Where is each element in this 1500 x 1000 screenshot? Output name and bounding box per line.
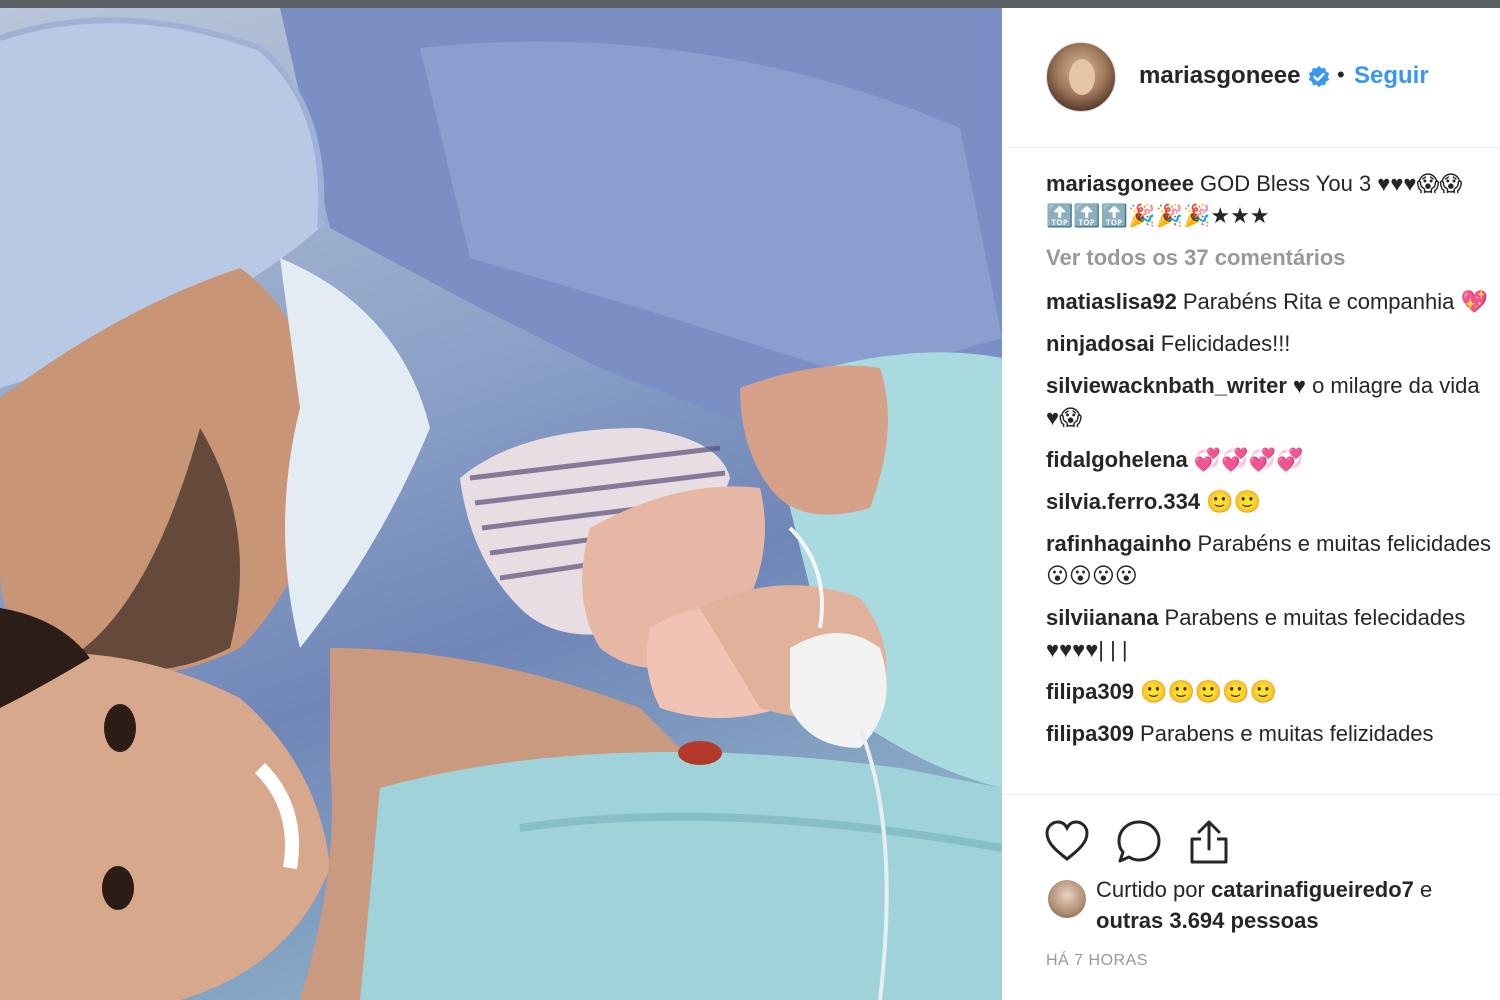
post-header: mariasgoneee • Seguir — [1002, 8, 1500, 148]
comment-item: fidalgohelena 💞💞💞💞 — [1046, 444, 1496, 476]
window-top-bar — [0, 0, 1500, 8]
post-caption: mariasgoneee GOD Bless You 3 ♥♥♥😱😱 🔝🔝🔝🎉🎉🎉… — [1046, 168, 1496, 232]
comment-item: silviianana Parabens e muitas felecidades… — [1046, 602, 1496, 666]
comment-text: Parabens e muitas felizidades — [1140, 721, 1434, 746]
likes-prefix: Curtido por — [1096, 877, 1205, 902]
comment-item: silviewacknbath_writer ♥ o milagre da vid… — [1046, 370, 1496, 434]
comments-list[interactable]: mariasgoneee GOD Bless You 3 ♥♥♥😱😱 🔝🔝🔝🎉🎉🎉… — [1046, 168, 1496, 798]
follow-button[interactable]: Seguir — [1354, 62, 1429, 90]
comment-username[interactable]: silviewacknbath_writer — [1046, 373, 1287, 398]
caption-username[interactable]: mariasgoneee — [1046, 171, 1194, 196]
comment-username[interactable]: rafinhagainho — [1046, 531, 1191, 556]
comment-username[interactable]: silvia.ferro.334 — [1046, 489, 1200, 514]
likes-joiner: e — [1420, 877, 1433, 902]
comment-username[interactable]: silviianana — [1046, 605, 1159, 630]
action-bar — [1002, 794, 1500, 878]
comment-username[interactable]: filipa309 — [1046, 679, 1134, 704]
comment-text: 🙂🙂 — [1206, 489, 1261, 514]
comment-item: silvia.ferro.334 🙂🙂 — [1046, 486, 1496, 518]
likes-count-link[interactable]: outras 3.694 pessoas — [1096, 908, 1319, 933]
post-side-panel: mariasgoneee • Seguir mariasgoneee GOD Bl… — [1002, 8, 1500, 1000]
comment-item: ninjadosai Felicidades!!! — [1046, 328, 1496, 360]
comment-text: 💞💞💞💞 — [1193, 447, 1304, 472]
header-separator: • — [1337, 62, 1345, 87]
author-avatar[interactable] — [1046, 42, 1116, 112]
comment-rows: matiaslisa92 Parabéns Rita e companhia 💖 n… — [1046, 286, 1496, 750]
comment-text: Parabéns Rita e companhia 💖 — [1182, 289, 1488, 314]
comment-username[interactable]: ninjadosai — [1046, 331, 1155, 356]
heart-icon[interactable] — [1044, 819, 1090, 863]
comment-text: 🙂🙂🙂🙂🙂 — [1140, 679, 1278, 704]
likes-text: Curtido por catarinafigueiredo7 e outras… — [1096, 874, 1496, 936]
comment-username[interactable]: filipa309 — [1046, 721, 1134, 746]
author-username[interactable]: mariasgoneee — [1139, 62, 1300, 90]
newborn-family-photo — [0, 8, 1002, 1000]
verified-badge-icon — [1308, 66, 1330, 88]
post-timestamp[interactable]: HÁ 7 HORAS — [1046, 952, 1148, 970]
comment-text: Felicidades!!! — [1160, 331, 1291, 356]
comment-item: matiaslisa92 Parabéns Rita e companhia 💖 — [1046, 286, 1496, 318]
comment-bubble-icon[interactable] — [1116, 819, 1162, 865]
comment-username[interactable]: matiaslisa92 — [1046, 289, 1177, 314]
share-upload-icon[interactable] — [1188, 819, 1230, 865]
post-photo[interactable] — [0, 8, 1002, 1000]
comment-username[interactable]: fidalgohelena — [1046, 447, 1188, 472]
comment-item: filipa309 🙂🙂🙂🙂🙂 — [1046, 676, 1496, 708]
comment-item: filipa309 Parabens e muitas felizidades — [1046, 718, 1496, 750]
comment-item: rafinhagainho Parabéns e muitas felicidad… — [1046, 528, 1496, 592]
liker-avatar[interactable] — [1048, 880, 1086, 918]
author-avatar-face — [1069, 59, 1095, 95]
view-all-comments-link[interactable]: Ver todos os 37 comentários — [1046, 244, 1496, 272]
liker-username[interactable]: catarinafigueiredo7 — [1211, 877, 1414, 902]
